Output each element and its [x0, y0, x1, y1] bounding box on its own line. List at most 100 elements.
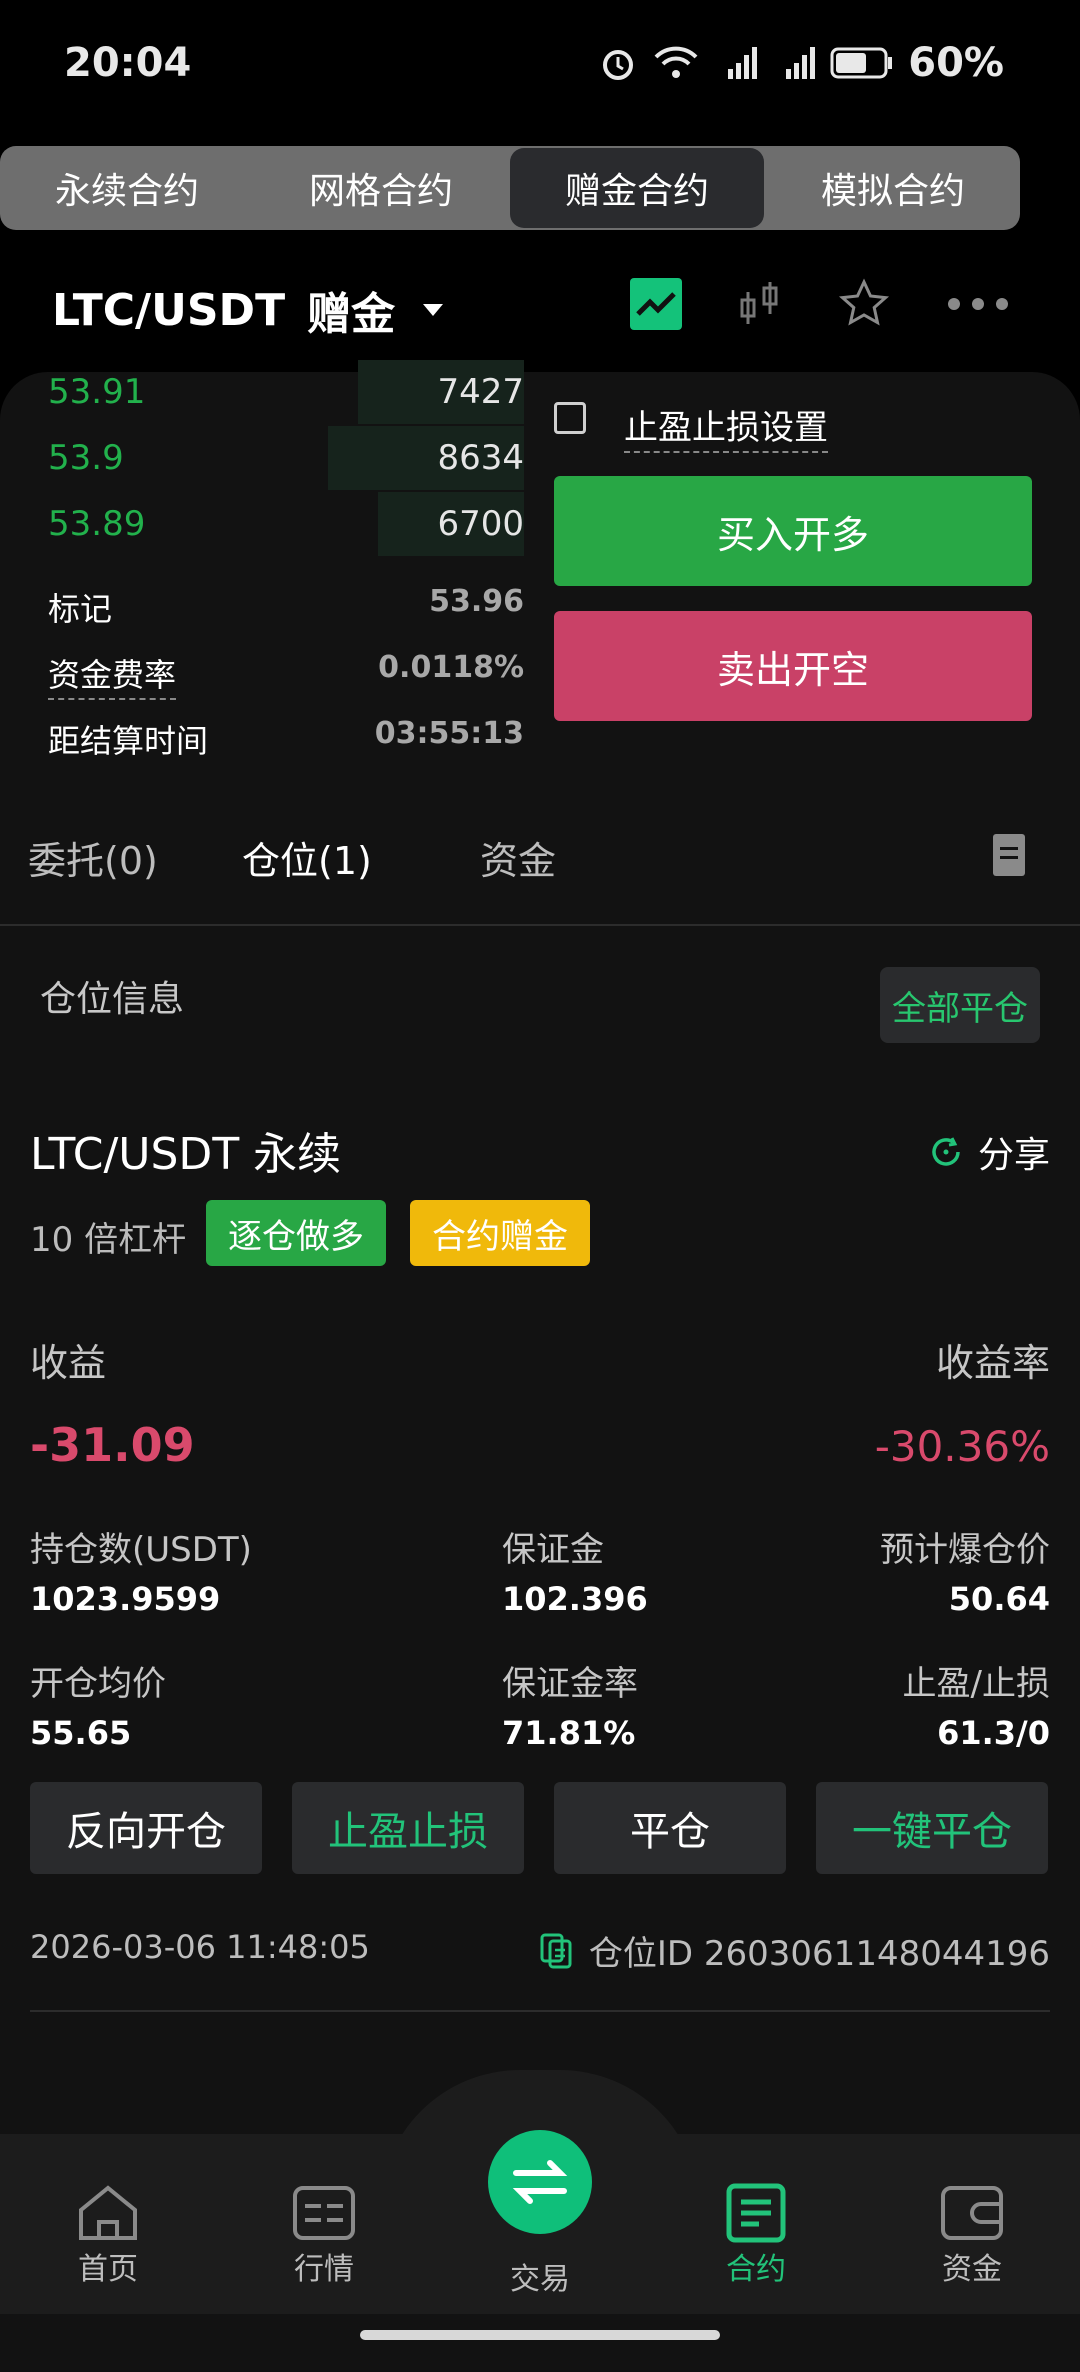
settle-label: 距结算时间: [48, 722, 209, 760]
pnl-value: -31.09: [30, 1418, 195, 1472]
swap-icon: [512, 2160, 568, 2204]
tab-orders[interactable]: 委托(0): [28, 830, 158, 885]
roi-value: -30.36%: [874, 1422, 1050, 1471]
mark-label: 标记: [48, 590, 113, 628]
liquidation-price-label: 预计爆仓价: [880, 1530, 1050, 1570]
settle-value: 03:55:13: [374, 716, 524, 751]
mark-value: 53.96: [429, 584, 524, 619]
tab-demo[interactable]: 模拟合约: [766, 146, 1020, 230]
signal-5g-icon-2: [786, 47, 816, 79]
document-icon[interactable]: [993, 834, 1025, 876]
margin-label: 保证金: [502, 1530, 604, 1570]
position-id-text: 仓位ID 2603061148044196: [588, 1934, 1050, 1974]
orderbook-price: 53.9: [48, 438, 124, 478]
margin-mode-badge: 逐仓做多: [206, 1200, 386, 1266]
entry-price-label: 开仓均价: [30, 1664, 166, 1704]
tpsl-label: 止盈/止损: [902, 1664, 1050, 1704]
roi-label: 收益率: [935, 1341, 1050, 1385]
pnl-label: 收益: [30, 1341, 107, 1385]
position-size-label: 持仓数(USDT): [30, 1530, 252, 1570]
wallet-icon: [941, 2186, 1003, 2240]
sell-short-button[interactable]: 卖出开空: [554, 611, 1032, 721]
position-section-title: 仓位信息: [40, 979, 185, 1020]
home-icon: [79, 2185, 137, 2240]
buy-long-button[interactable]: 买入开多: [554, 476, 1032, 586]
tab-perpetual[interactable]: 永续合约: [0, 146, 254, 230]
nav-contract[interactable]: 合约: [686, 2182, 826, 2288]
tab-positions[interactable]: 仓位(1): [242, 830, 372, 885]
divider: [0, 924, 1080, 926]
settlement-row: 距结算时间 03:55:13: [48, 716, 524, 762]
nav-trade[interactable]: 交易: [470, 2254, 610, 2298]
nav-home-label: 首页: [78, 2252, 138, 2287]
leverage-label: 10 倍杠杆: [30, 1220, 187, 1260]
home-indicator[interactable]: [360, 2330, 720, 2340]
tpsl-button[interactable]: 止盈止损: [292, 1782, 524, 1874]
bonus-badge: 合约赠金: [410, 1200, 590, 1266]
quick-close-button[interactable]: 一键平仓: [816, 1782, 1048, 1874]
position-timestamp: 2026-03-06 11:48:05: [30, 1928, 370, 1966]
mark-price-row: 标记 53.96: [48, 584, 524, 630]
battery-percent: 60%: [908, 40, 1004, 86]
status-icons: 60%: [598, 40, 1004, 86]
reverse-open-button[interactable]: 反向开仓: [30, 1782, 262, 1874]
position-id[interactable]: 仓位ID 2603061148044196: [539, 1926, 1050, 1975]
header-actions: [630, 278, 1010, 330]
chart-icon[interactable]: [630, 278, 682, 330]
position-size-value: 1023.9599: [30, 1580, 221, 1618]
funding-label[interactable]: 资金费率: [48, 650, 177, 700]
orderbook-price: 53.89: [48, 504, 146, 544]
contract-tabs: 永续合约 网格合约 赠金合约 模拟合约: [0, 146, 1020, 230]
trade-button[interactable]: [488, 2130, 592, 2234]
nav-assets-label: 资金: [942, 2252, 1002, 2287]
share-icon: [932, 1137, 960, 1166]
orderbook-price: 53.91: [48, 372, 146, 412]
more-icon[interactable]: [946, 294, 1010, 314]
orderbook-qty: 6700: [437, 504, 524, 544]
nav-market-label: 行情: [294, 2252, 354, 2287]
close-all-button[interactable]: 全部平仓: [880, 967, 1040, 1043]
star-icon[interactable]: [838, 278, 890, 330]
orderbook-row[interactable]: 53.9 8634: [30, 426, 524, 492]
tpsl-value: 61.3/0: [937, 1714, 1050, 1752]
liquidation-price-value: 50.64: [948, 1580, 1050, 1618]
candlestick-icon[interactable]: [738, 278, 782, 330]
tab-bonus[interactable]: 赠金合约: [510, 148, 764, 228]
battery-icon: [830, 47, 893, 79]
pair-tag: 赠金: [307, 289, 396, 340]
nav-contract-label: 合约: [726, 2252, 786, 2287]
nav-trade-label: 交易: [510, 2262, 570, 2297]
nav-market[interactable]: 行情: [254, 2182, 394, 2288]
margin-rate-label: 保证金率: [502, 1664, 638, 1704]
alarm-icon: [603, 50, 634, 80]
tpsl-checkbox[interactable]: [554, 402, 586, 434]
margin-value: 102.396: [502, 1580, 648, 1618]
entry-price-value: 55.65: [30, 1714, 132, 1752]
margin-rate-value: 71.81%: [502, 1714, 636, 1752]
divider: [30, 2010, 1050, 2012]
close-position-button[interactable]: 平仓: [554, 1782, 786, 1874]
share-button[interactable]: 分享: [928, 1126, 1050, 1178]
copy-icon[interactable]: [539, 1932, 573, 1970]
wifi-icon: [654, 46, 698, 78]
orderbook-row[interactable]: 53.89 6700: [30, 492, 524, 558]
market-icon: [293, 2186, 355, 2240]
contract-icon: [726, 2183, 786, 2243]
orderbook-qty: 8634: [437, 438, 524, 478]
tpsl-checkbox-label[interactable]: 止盈止损设置: [624, 400, 828, 453]
tab-grid[interactable]: 网格合约: [254, 146, 508, 230]
funding-value: 0.0118%: [378, 650, 524, 685]
signal-5g-icon: [728, 47, 758, 79]
orderbook-qty: 7427: [437, 372, 524, 412]
funding-rate-row: 资金费率 0.0118%: [48, 650, 524, 700]
nav-home[interactable]: 首页: [38, 2182, 178, 2288]
orderbook-row[interactable]: 53.91 7427: [30, 360, 524, 426]
position-pair: LTC/USDT 永续: [30, 1129, 342, 1180]
nav-assets[interactable]: 资金: [902, 2182, 1042, 2288]
status-time: 20:04: [64, 40, 192, 86]
pair-selector[interactable]: LTC/USDT 赠金: [52, 278, 444, 342]
share-label: 分享: [977, 1135, 1050, 1176]
caret-down-icon: [423, 304, 444, 316]
tab-assets[interactable]: 资金: [480, 830, 556, 885]
pair-name: LTC/USDT: [52, 284, 286, 336]
